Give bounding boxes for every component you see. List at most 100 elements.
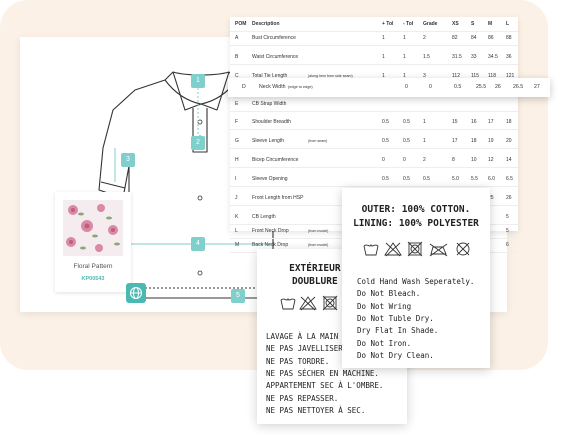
globe-button[interactable] <box>126 283 146 303</box>
table-row[interactable]: F Shoulder Breadth 0.5 0.5 1 15 16 17 18 <box>230 115 518 130</box>
table-row[interactable]: A Bust Circumference 1 1 2 82 84 86 88 <box>230 31 518 46</box>
row-cell: 12 <box>488 157 494 163</box>
row-cell: 17 <box>452 138 458 144</box>
fr-care-line: LAVAGE À LA MAIN À <box>266 332 348 341</box>
row-cell: 2 <box>423 157 426 163</box>
row-cell: 0.5 <box>403 138 410 144</box>
measure-pin-5[interactable]: 5 <box>231 289 245 303</box>
row-note: (from model) <box>308 243 329 247</box>
col-xs: XS <box>452 21 459 27</box>
row-cell: 86 <box>488 35 494 41</box>
fr-care-line: NE PAS NETTOYER À SEC. <box>266 405 366 415</box>
hand-wash-icon <box>280 297 296 310</box>
en-title-outer: OUTER: 100% COTTON. <box>361 204 471 215</box>
hand-wash-icon <box>363 243 379 256</box>
row-description: Back Neck Drop <box>252 242 289 248</box>
no-tumble-dry-icon <box>407 241 423 257</box>
row-cell: 88 <box>506 35 512 41</box>
row-cell: 0.5 <box>403 119 410 125</box>
hl-grade: 0.5 <box>454 84 462 90</box>
row-cell: 5.0 <box>452 176 459 182</box>
row-cell: 31.5 <box>452 54 462 60</box>
table-row[interactable]: I Sleeve Opening 0.5 0.5 0.5 5.0 5.5 6.0 6.5 <box>230 172 518 187</box>
row-cell: 2 <box>423 35 426 41</box>
row-cell: 0 <box>403 157 406 163</box>
fr-care-line: APPARTEMENT SEC À L'OMBRE. <box>266 381 384 391</box>
row-note: (from seam) <box>308 139 328 143</box>
hl-plus-tol: 0 <box>405 84 408 90</box>
row-cell: 5.5 <box>471 176 478 182</box>
row-cell: 1 <box>403 54 406 60</box>
row-cell: 18 <box>471 138 477 144</box>
table-row[interactable]: G Sleeve Length (from seam) 0.5 0.5 1 17 18 19 20 <box>230 134 518 149</box>
row-cell: 0.5 <box>423 176 430 182</box>
row-cell: 36 <box>506 54 512 60</box>
row-description: CB Strap Width <box>252 101 287 107</box>
swatch-name: Floral Pattern <box>73 263 113 270</box>
row-cell: 14 <box>506 157 512 163</box>
row-pom: A <box>235 35 239 41</box>
en-care-icons <box>363 241 470 257</box>
row-cell: 6.0 <box>488 176 495 182</box>
row-cell: 5 <box>506 214 509 220</box>
row-cell: 17 <box>488 119 494 125</box>
highlighted-row-neck-width[interactable]: D Neck Width (edge to edge) 0 0 0.5 25.5… <box>228 78 550 97</box>
en-care-line: Do Not Iron. <box>357 338 412 348</box>
swatch-code: KP00543 <box>81 276 105 282</box>
row-note: (from model) <box>308 229 329 233</box>
en-care-line: Cold Hand Wash Seperately. <box>357 277 475 286</box>
row-cell: 1 <box>403 35 406 41</box>
measure-pin-4[interactable]: 4 <box>191 237 205 251</box>
row-pom: L <box>235 228 238 234</box>
floral-swatch-image <box>63 200 123 256</box>
row-description: Bicep Circumference <box>252 157 299 163</box>
row-description: Waist Circumference <box>252 54 299 60</box>
row-pom: M <box>235 242 240 248</box>
en-care-line: Do Not Wring <box>357 301 412 311</box>
table-row[interactable]: H Bicep Circumference 0 0 2 8 10 12 14 <box>230 153 518 168</box>
en-care-line: Do Not Tuble Dry. <box>357 313 434 323</box>
hl-minus-tol: 0 <box>429 84 432 90</box>
table-row[interactable]: B Waist Circumference 1 1 1.5 31.5 33 34.5 36 <box>230 50 518 65</box>
row-pom: G <box>235 138 239 144</box>
en-title-lining: LINING: 100% POLYESTER <box>353 218 479 229</box>
fabric-swatch-card[interactable]: Floral Pattern KP00543 <box>55 192 131 292</box>
measure-pin-1[interactable]: 1 <box>191 74 205 88</box>
row-cell: 26 <box>506 195 512 201</box>
row-description: Sleeve Length <box>252 138 284 144</box>
row-cell: 0.5 <box>382 138 389 144</box>
table-row[interactable]: E CB Strap Width <box>230 97 518 112</box>
fr-care-line: NE PAS SÉCHER EN MACHINE. <box>266 368 379 378</box>
measure-pin-3[interactable]: 3 <box>121 153 135 167</box>
row-pom: I <box>235 176 237 182</box>
col-m: M <box>488 21 493 27</box>
row-cell: 16 <box>471 119 477 125</box>
row-cell: 0.5 <box>403 176 410 182</box>
row-description: Front Length from HSP <box>252 195 304 201</box>
fr-care-line: NE PAS REPASSER. <box>266 393 339 403</box>
hl-desc: Neck Width <box>259 84 286 90</box>
row-cell: 5 <box>506 228 509 234</box>
row-cell: 1 <box>382 54 385 60</box>
col-pom: POM <box>235 21 247 27</box>
no-iron-icon <box>429 243 448 257</box>
row-description: Bust Circumference <box>252 35 296 41</box>
row-description: Sleeve Opening <box>252 176 288 182</box>
en-care-line: Do Not Bleach. <box>357 289 421 299</box>
row-cell: 1 <box>423 119 426 125</box>
row-cell: 15 <box>452 119 458 125</box>
row-pom: J <box>235 195 238 201</box>
row-cell: 18 <box>506 119 512 125</box>
row-pom: K <box>235 214 239 220</box>
row-cell: 19 <box>488 138 494 144</box>
row-cell: 6.5 <box>506 176 513 182</box>
row-cell: 84 <box>471 35 477 41</box>
globe-icon <box>130 287 142 299</box>
no-bleach-icon <box>299 296 317 311</box>
row-description: Shoulder Breadth <box>252 119 291 125</box>
row-cell: 82 <box>452 35 458 41</box>
fr-care-line: NE PAS TORDRE. <box>266 356 330 366</box>
hl-m: 26.5 <box>513 84 524 90</box>
measure-pin-2[interactable]: 2 <box>191 136 205 150</box>
col-l: L <box>506 21 510 27</box>
